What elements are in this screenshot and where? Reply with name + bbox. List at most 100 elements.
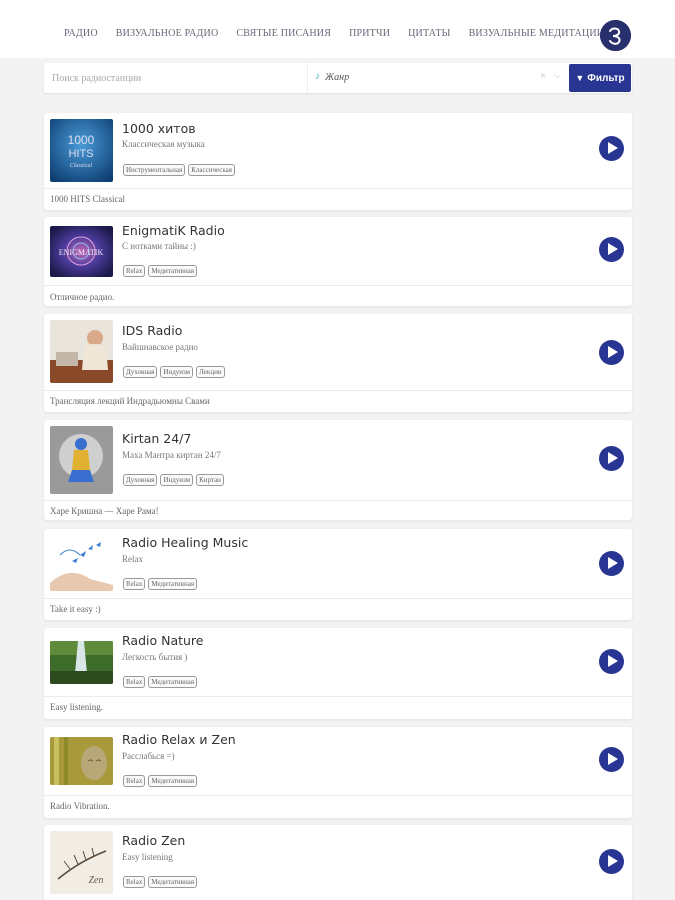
play-button[interactable]: [599, 747, 624, 772]
station-card: Zen Radio Zen Easy listening Relax Медит…: [44, 825, 632, 900]
station-subtitle: Легкость бытия ): [122, 652, 188, 662]
filter-button[interactable]: ▼ Фильтр: [569, 64, 631, 92]
station-description: Radio Vibration.: [50, 801, 110, 811]
tag[interactable]: Relax: [123, 775, 146, 787]
station-description: Easy listening.: [50, 702, 103, 712]
nav-item-parables[interactable]: ПРИТЧИ: [349, 28, 390, 39]
tag[interactable]: Relax: [123, 676, 146, 688]
station-title[interactable]: Kirtan 24/7: [122, 431, 191, 446]
divider: [44, 795, 632, 796]
station-subtitle: Easy listening: [122, 852, 173, 862]
tag[interactable]: Медитативная: [148, 876, 198, 888]
clear-icon[interactable]: ×: [540, 70, 546, 82]
tag[interactable]: Медитативная: [148, 265, 198, 277]
genre-select[interactable]: ♪ Жанр × ⌵: [307, 63, 565, 93]
station-card: Radio Relax и Zen Расслабься =) Relax Ме…: [44, 727, 632, 818]
station-thumbnail: [50, 535, 113, 591]
genre-label: Жанр: [325, 72, 350, 83]
station-subtitle: Расслабься =): [122, 751, 175, 761]
tag[interactable]: Relax: [123, 578, 146, 590]
tag-list: Relax Медитативная: [123, 876, 198, 888]
tag[interactable]: Духовная: [123, 366, 158, 378]
logo-icon[interactable]: [600, 20, 631, 51]
main-nav: РАДИО ВИЗУАЛЬНОЕ РАДИО СВЯТЫЕ ПИСАНИЯ ПР…: [64, 28, 622, 39]
filter-bar: ♪ Жанр × ⌵ ▼ Фильтр: [44, 63, 632, 93]
nav-item-visual-meditations[interactable]: ВИЗУАЛЬНЫЕ МЕДИТАЦИИ: [469, 28, 605, 39]
play-button[interactable]: [599, 551, 624, 576]
station-thumbnail: 1000 HITS Classical: [50, 119, 113, 182]
station-card: IDS Radio Вайшнавское радио Духовная Инд…: [44, 314, 632, 412]
tag[interactable]: Relax: [123, 265, 146, 277]
tag-list: Духовная Индуизм Киртан: [123, 474, 224, 486]
tag[interactable]: Лекции: [196, 366, 225, 378]
tag[interactable]: Киртан: [196, 474, 224, 486]
station-thumbnail: [50, 426, 113, 494]
tag-list: Духовная Индуизм Лекции: [123, 366, 225, 378]
divider: [44, 598, 632, 599]
station-title[interactable]: EnigmatiK Radio: [122, 223, 225, 238]
station-title[interactable]: Radio Healing Music: [122, 535, 248, 550]
tag[interactable]: Relax: [123, 876, 146, 888]
station-card: Radio Healing Music Relax Relax Медитати…: [44, 529, 632, 620]
divider: [44, 500, 632, 501]
play-button[interactable]: [599, 237, 624, 262]
tag-list: Relax Медитативная: [123, 775, 198, 787]
chevron-down-icon[interactable]: ⌵: [554, 70, 561, 81]
svg-text:Zen: Zen: [89, 875, 104, 886]
top-navigation-bar: РАДИО ВИЗУАЛЬНОЕ РАДИО СВЯТЫЕ ПИСАНИЯ ПР…: [0, 0, 675, 58]
play-button[interactable]: [599, 649, 624, 674]
svg-text:Classical: Classical: [70, 163, 93, 169]
nav-item-quotes[interactable]: ЦИТАТЫ: [408, 28, 450, 39]
station-card: Kirtan 24/7 Маха Мантра киртан 24/7 Духо…: [44, 420, 632, 520]
station-title[interactable]: IDS Radio: [122, 323, 182, 338]
station-subtitle: Классическая музыка: [122, 139, 205, 149]
station-thumbnail: Zen: [50, 831, 113, 894]
station-subtitle: Маха Мантра киртан 24/7: [122, 450, 221, 460]
station-thumbnail: [50, 320, 113, 383]
station-thumbnail: [50, 737, 113, 785]
station-subtitle: С нотками тайны :): [122, 241, 196, 251]
station-card: Radio Nature Легкость бытия ) Relax Меди…: [44, 628, 632, 719]
search-input[interactable]: [44, 63, 306, 93]
play-button[interactable]: [599, 340, 624, 365]
station-description: Take it easy :): [50, 604, 101, 614]
station-title[interactable]: Radio Zen: [122, 833, 185, 848]
tag[interactable]: Классическая: [188, 164, 235, 176]
station-title[interactable]: Radio Nature: [122, 633, 204, 648]
tag[interactable]: Медитативная: [148, 578, 198, 590]
play-button[interactable]: [599, 446, 624, 471]
svg-text:1000: 1000: [68, 133, 95, 147]
tag[interactable]: Духовная: [123, 474, 158, 486]
nav-item-visual-radio[interactable]: ВИЗУАЛЬНОЕ РАДИО: [116, 28, 219, 39]
nav-item-radio[interactable]: РАДИО: [64, 28, 98, 39]
station-card: 1000 HITS Classical 1000 хитов Классичес…: [44, 113, 632, 210]
station-description: Трансляция лекций Индрадьюмны Свами: [50, 396, 210, 406]
tag[interactable]: Медитативная: [148, 676, 198, 688]
tag[interactable]: Индуизм: [160, 474, 194, 486]
svg-text:ENIGMATIK: ENIGMATIK: [59, 248, 104, 257]
station-thumbnail: [50, 641, 113, 684]
station-subtitle: Вайшнавское радио: [122, 342, 198, 352]
tag-list: Инструментальная Классическая: [123, 164, 235, 176]
station-description: Отличное радио.: [50, 292, 115, 302]
station-description: Харе Кришна — Харе Рама!: [50, 506, 159, 516]
station-card: ENIGMATIK EnigmatiK Radio С нотками тайн…: [44, 217, 632, 306]
divider: [44, 390, 632, 391]
station-description: 1000 HITS Classical: [50, 194, 125, 204]
tag-list: Relax Медитативная: [123, 676, 198, 688]
tag-list: Relax Медитативная: [123, 265, 198, 277]
station-thumbnail: ENIGMATIK: [50, 226, 113, 277]
divider: [44, 188, 632, 189]
tag[interactable]: Инструментальная: [123, 164, 186, 176]
tag-list: Relax Медитативная: [123, 578, 198, 590]
play-button[interactable]: [599, 849, 624, 874]
station-title[interactable]: Radio Relax и Zen: [122, 732, 236, 747]
nav-item-scriptures[interactable]: СВЯТЫЕ ПИСАНИЯ: [236, 28, 331, 39]
tag[interactable]: Медитативная: [148, 775, 198, 787]
svg-text:HITS: HITS: [68, 148, 93, 160]
tag[interactable]: Индуизм: [160, 366, 194, 378]
station-subtitle: Relax: [122, 554, 143, 564]
filter-button-label: Фильтр: [587, 72, 625, 84]
station-title[interactable]: 1000 хитов: [122, 121, 196, 136]
play-button[interactable]: [599, 136, 624, 161]
